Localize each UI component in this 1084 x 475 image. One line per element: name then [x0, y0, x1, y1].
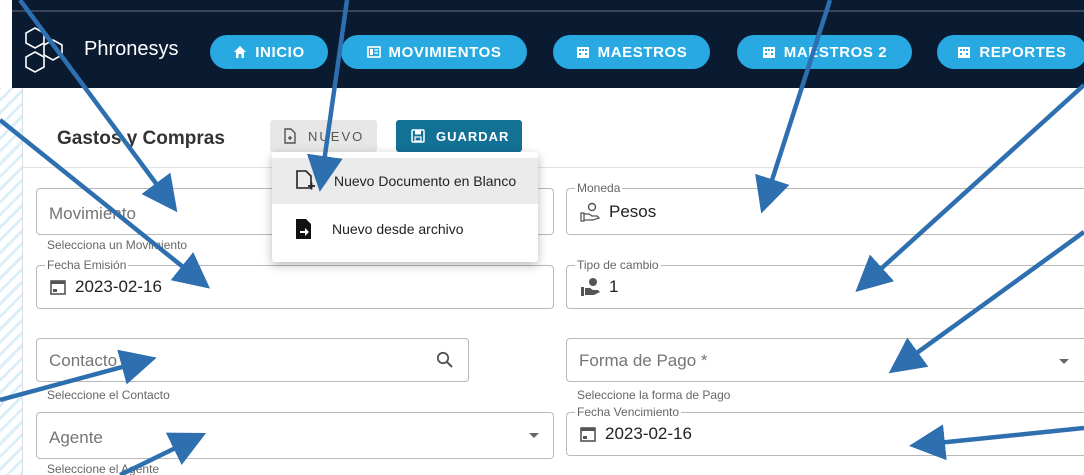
agente-placeholder: Agente — [49, 428, 103, 447]
moneda-label: Moneda — [575, 181, 623, 195]
fecha-emision-label: Fecha Emisión — [45, 258, 129, 272]
agente-hint: Seleccione el Agente — [47, 462, 160, 475]
nav-inicio-button[interactable]: INICIO — [210, 35, 328, 69]
moneda-value: Pesos — [609, 202, 657, 221]
contacto-hint: Seleccione el Contacto — [47, 388, 170, 402]
fecha-emision-value: 2023-02-16 — [75, 277, 162, 296]
building-icon — [762, 47, 775, 58]
menu-item-nuevo-archivo[interactable]: Nuevo desde archivo — [272, 206, 538, 252]
tipo-cambio-label: Tipo de cambio — [575, 258, 661, 272]
nav-maestros2-button[interactable]: MAESTROS 2 — [737, 35, 912, 69]
contacto-placeholder: Contacto * — [49, 351, 129, 370]
fecha-emision-field[interactable]: Fecha Emisión 2023-02-16 — [36, 258, 554, 309]
building-icon — [576, 47, 589, 58]
menu-item-label: Nuevo Documento en Blanco — [334, 173, 517, 189]
forma-pago-placeholder: Forma de Pago * — [579, 351, 708, 370]
hexagon-logo-icon — [25, 27, 63, 73]
nav-maestros-label: MAESTROS — [597, 43, 688, 61]
list-box-icon — [366, 46, 381, 58]
file-import-icon — [296, 219, 311, 239]
nav-inicio-label: INICIO — [255, 43, 305, 61]
forma-pago-hint: Seleccione la forma de Pago — [577, 388, 731, 402]
contacto-search-input[interactable]: Contacto * — [36, 338, 469, 382]
nuevo-dropdown-menu: Nuevo Documento en Blanco Nuevo desde ar… — [272, 152, 538, 262]
tipo-cambio-field[interactable]: Tipo de cambio 1 — [566, 258, 1084, 309]
top-navbar: Phronesys INICIO MOVIMIENTOS MAESTROS MA… — [0, 0, 1084, 88]
movimiento-hint: Selecciona un Movimiento — [47, 238, 188, 252]
save-icon — [411, 129, 425, 143]
fecha-vencimiento-field[interactable]: Fecha Vencimiento 2023-02-16 — [566, 405, 1084, 456]
agente-select[interactable]: Agente — [36, 412, 554, 459]
building-icon — [958, 47, 971, 58]
chevron-down-icon — [529, 433, 539, 438]
file-plus-icon — [296, 170, 315, 190]
nav-reportes-button[interactable]: REPORTES — [937, 35, 1084, 69]
hand-coin-icon — [580, 202, 601, 222]
chevron-down-icon — [1059, 359, 1069, 364]
file-plus-icon — [284, 128, 296, 144]
app-name: Phronesys — [84, 38, 179, 60]
moneda-field[interactable]: Moneda Pesos — [566, 181, 1084, 235]
nuevo-button[interactable]: NUEVO — [270, 120, 377, 152]
forma-pago-select[interactable]: Forma de Pago * — [566, 338, 1084, 382]
menu-item-label: Nuevo desde archivo — [332, 221, 464, 237]
nav-reportes-label: REPORTES — [979, 43, 1067, 61]
navbar-divider — [12, 10, 1084, 12]
calendar-icon — [580, 427, 596, 442]
movimiento-placeholder: Movimiento — [49, 204, 136, 223]
nav-movimientos-button[interactable]: MOVIMIENTOS — [341, 35, 527, 69]
tipo-cambio-value: 1 — [609, 277, 619, 296]
nav-maestros2-label: MAESTROS 2 — [783, 43, 888, 61]
nav-movimientos-label: MOVIMIENTOS — [388, 43, 502, 61]
guardar-button[interactable]: GUARDAR — [396, 120, 522, 152]
fecha-vencimiento-label: Fecha Vencimiento — [575, 405, 682, 419]
calendar-icon — [50, 280, 66, 295]
page-title: Gastos y Compras — [57, 128, 225, 149]
fecha-vencimiento-value: 2023-02-16 — [605, 424, 692, 443]
home-icon — [234, 46, 247, 58]
menu-item-nuevo-blanco[interactable]: Nuevo Documento en Blanco — [272, 158, 538, 204]
app-logo[interactable]: Phronesys — [24, 26, 179, 76]
guardar-label: GUARDAR — [436, 128, 510, 144]
nav-maestros-button[interactable]: MAESTROS — [553, 35, 710, 69]
nuevo-label: NUEVO — [308, 128, 365, 144]
decorative-stripes — [0, 60, 22, 475]
search-icon[interactable] — [436, 351, 454, 369]
cash-hand-icon — [581, 278, 600, 296]
